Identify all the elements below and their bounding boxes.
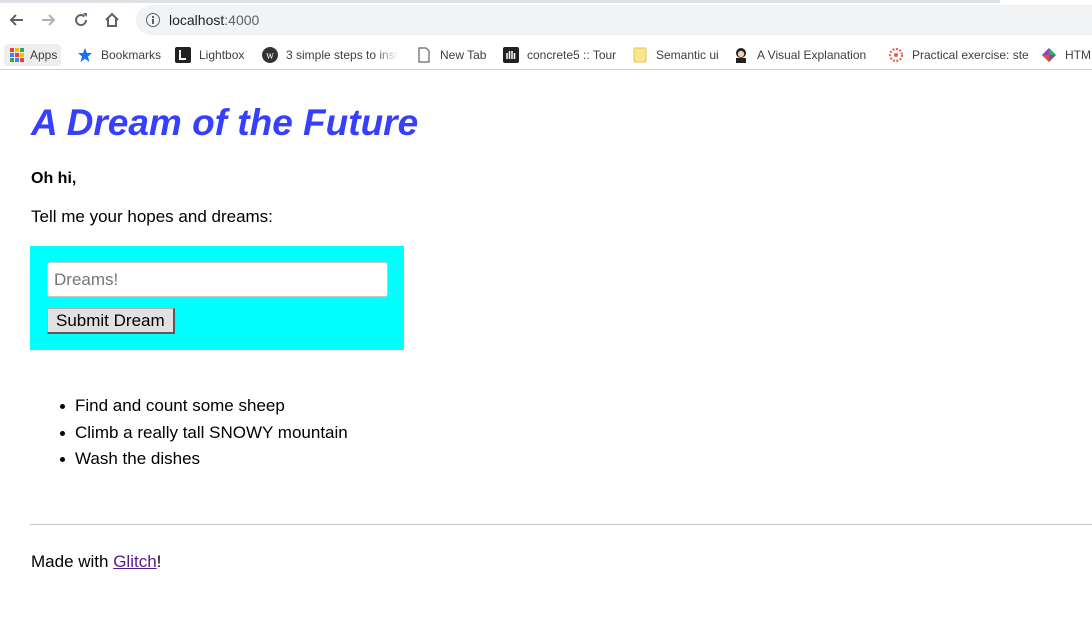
address-url: localhost:4000 bbox=[169, 12, 259, 28]
url-host: localhost bbox=[169, 12, 225, 28]
tab-strip-edge bbox=[0, 0, 1000, 3]
bookmark-label: concrete5 :: Tour bbox=[527, 48, 617, 62]
footer: Made with Glitch! bbox=[31, 552, 161, 572]
bookmark-concrete5[interactable]: concrete5 :: Tour bbox=[503, 44, 616, 66]
url-port: :4000 bbox=[224, 12, 260, 28]
bookmark-practical-exercise[interactable]: Practical exercise: ste bbox=[888, 44, 1029, 66]
bookmark-label: Practical exercise: ste bbox=[912, 48, 1029, 62]
bookmark-apps[interactable]: Apps bbox=[4, 44, 62, 66]
reload-icon[interactable] bbox=[69, 8, 93, 32]
back-arrow-icon[interactable] bbox=[4, 8, 28, 32]
bookmark-htm[interactable]: HTM bbox=[1041, 44, 1091, 66]
bookmark-label: Semantic ui bbox=[656, 48, 719, 62]
folder-icon bbox=[632, 47, 648, 63]
svg-text:w: w bbox=[266, 52, 274, 62]
bookmark-label: Apps bbox=[30, 48, 58, 62]
bookmark-label: Bookmarks bbox=[101, 48, 162, 62]
bookmark-label: Lightbox bbox=[199, 48, 245, 62]
dream-input[interactable] bbox=[47, 262, 388, 297]
forward-arrow-icon[interactable] bbox=[37, 8, 61, 32]
info-icon[interactable] bbox=[146, 13, 160, 27]
bookmark-label: 3 simple steps to inst bbox=[286, 48, 399, 62]
home-icon[interactable] bbox=[100, 8, 124, 32]
bookmark-lightbox[interactable]: Lightbox bbox=[175, 44, 244, 66]
bookmark-semantic-ui[interactable]: Semantic ui bbox=[632, 44, 719, 66]
footer-suffix: ! bbox=[156, 552, 162, 571]
address-bar[interactable]: localhost:4000 bbox=[136, 5, 1092, 35]
bookmark-visual-explanation[interactable]: A Visual Explanation bbox=[733, 44, 866, 66]
star-icon bbox=[77, 47, 93, 63]
list-item: Find and count some sheep bbox=[60, 393, 348, 420]
submit-dream-button[interactable]: Submit Dream bbox=[47, 308, 175, 334]
lightbox-icon bbox=[175, 47, 191, 63]
page-content: A Dream of the Future Oh hi, Tell me you… bbox=[0, 70, 1092, 631]
glitch-link[interactable]: Glitch bbox=[113, 552, 156, 571]
gear-icon bbox=[888, 47, 904, 63]
greeting-text: Oh hi, bbox=[31, 170, 77, 187]
diamond-icon bbox=[1041, 47, 1057, 63]
apps-grid-icon bbox=[10, 48, 24, 62]
concrete5-icon bbox=[503, 47, 519, 63]
page-title: A Dream of the Future bbox=[31, 102, 419, 143]
dream-form: Submit Dream bbox=[30, 246, 404, 350]
dream-list: Find and count some sheep Climb a really… bbox=[60, 393, 348, 473]
bookmark-label: HTM bbox=[1065, 48, 1091, 62]
footer-prefix: Made with bbox=[31, 552, 114, 571]
bookmark-new-tab[interactable]: New Tab bbox=[416, 44, 486, 66]
bookmark-label: New Tab bbox=[440, 48, 487, 62]
list-item: Wash the dishes bbox=[60, 446, 348, 473]
page-icon bbox=[416, 47, 432, 63]
prompt-text: Tell me your hopes and dreams: bbox=[31, 207, 273, 226]
bookmark-bookmarks[interactable]: Bookmarks bbox=[77, 44, 161, 66]
divider bbox=[30, 524, 1092, 525]
avatar-icon bbox=[733, 47, 749, 63]
browser-toolbar: localhost:4000 bbox=[0, 0, 1092, 40]
list-item: Climb a really tall SNOWY mountain bbox=[60, 420, 348, 447]
bookmark-label: A Visual Explanation bbox=[757, 48, 867, 62]
bookmark-3-simple-steps[interactable]: w 3 simple steps to inst bbox=[262, 44, 398, 66]
bookmarks-bar: Apps Bookmarks Lightbox w 3 simple steps… bbox=[0, 40, 1092, 70]
wordpress-icon: w bbox=[262, 47, 278, 63]
